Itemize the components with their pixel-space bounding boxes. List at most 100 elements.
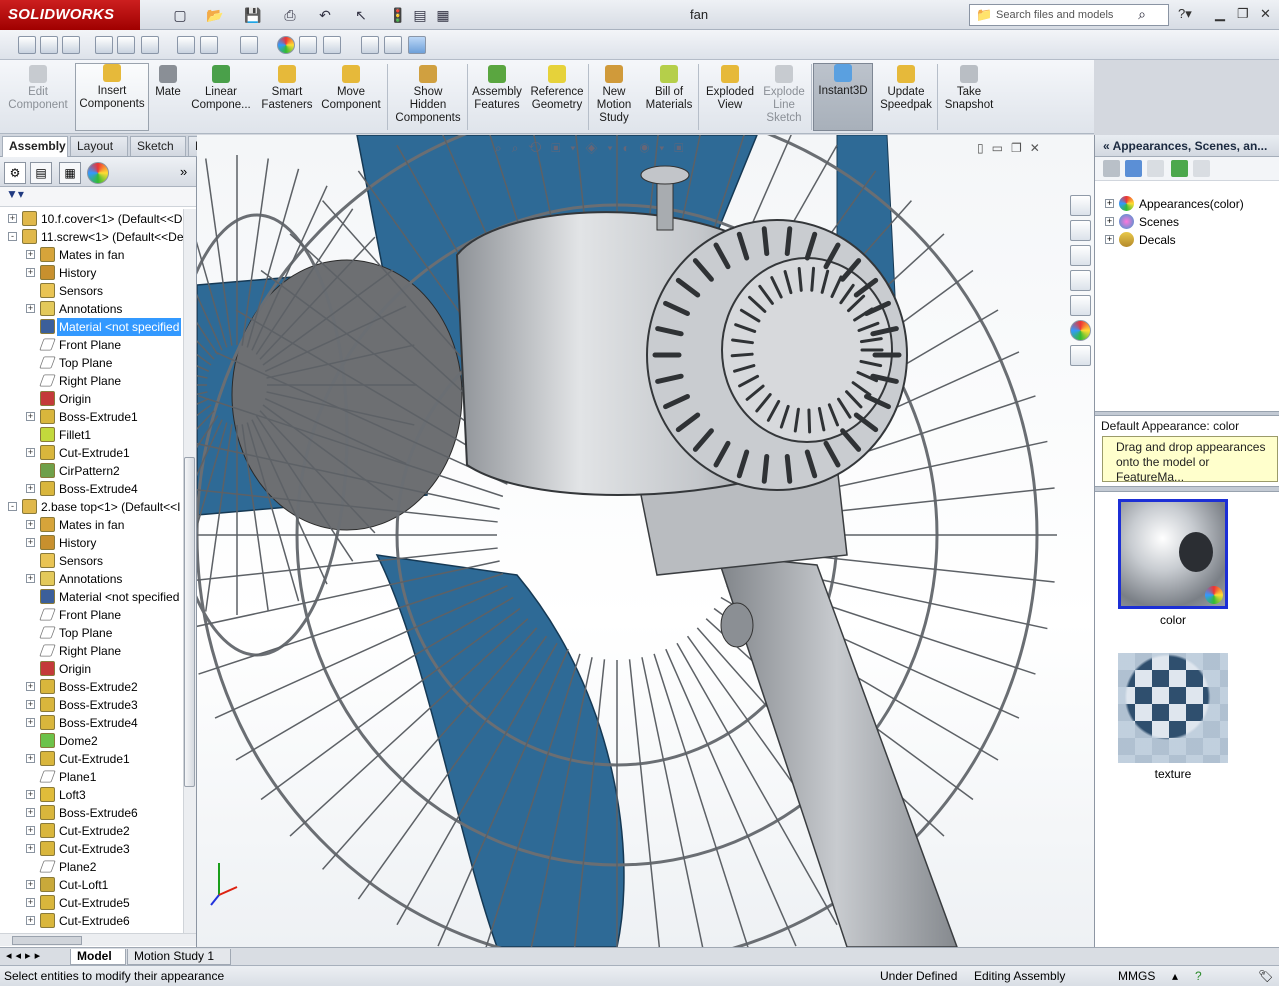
expand-icon[interactable]: + (26, 412, 35, 421)
expand-icon[interactable]: + (26, 790, 35, 799)
filter-icon[interactable]: ▼▾ (6, 187, 24, 201)
speedpak-button[interactable]: Update Speedpak (876, 65, 936, 133)
tree-item[interactable]: + Boss-Extrude4 (0, 714, 183, 732)
tree-item[interactable]: Right Plane (0, 372, 183, 390)
tree-item[interactable]: Plane2 (0, 858, 183, 876)
solidworks-logo[interactable]: SOLIDWORKS (0, 0, 140, 30)
previous-view-icon[interactable] (62, 36, 80, 54)
tab-assembly[interactable]: Assembly (2, 136, 68, 157)
linear-pattern-button[interactable]: Linear Compone... (189, 65, 253, 133)
realview-icon[interactable] (299, 36, 317, 54)
print-icon[interactable]: ⎙ (280, 5, 300, 25)
tree-item[interactable]: + Cut-Extrude6 (0, 912, 183, 930)
units-arrow-icon[interactable]: ▴ (1172, 966, 1178, 986)
tree-item[interactable]: Sensors (0, 552, 183, 570)
tree-item[interactable]: Plane1 (0, 768, 183, 786)
tree-item[interactable]: + Cut-Extrude1 (0, 750, 183, 768)
collapse-icon[interactable]: - (8, 232, 17, 241)
expand-icon[interactable]: + (26, 448, 35, 457)
help-icon[interactable]: ?▾ (1178, 6, 1192, 22)
view-front-icon[interactable] (361, 36, 379, 54)
view-cube-icon[interactable] (408, 36, 426, 54)
tree-item[interactable]: + Annotations (0, 300, 183, 318)
tab-layout[interactable]: Layout (70, 136, 128, 156)
folder-icon[interactable] (1147, 160, 1164, 177)
expand-icon[interactable]: + (8, 214, 17, 223)
pane-splitter[interactable] (1095, 411, 1279, 416)
section-view-icon[interactable] (95, 36, 113, 54)
viewport-window-controls[interactable]: ▯▭❐✕ (977, 141, 1048, 155)
tree-item[interactable]: + Boss-Extrude4 (0, 480, 183, 498)
minimize-icon[interactable]: ▁ (1215, 6, 1225, 22)
edit-component-button[interactable]: Edit Component (6, 65, 70, 133)
expand-icon[interactable]: + (1105, 235, 1114, 244)
file-properties-icon[interactable]: ▤ (410, 5, 430, 25)
smart-fasteners-button[interactable]: Smart Fasteners (258, 65, 316, 133)
back-icon[interactable] (1103, 160, 1120, 177)
tree-item[interactable]: Dome2 (0, 732, 183, 750)
scene-icon[interactable] (240, 36, 258, 54)
tree-item[interactable]: Origin (0, 390, 183, 408)
tree-item[interactable]: + Boss-Extrude2 (0, 678, 183, 696)
file-explorer-tab-icon[interactable] (1070, 270, 1091, 291)
new-document-icon[interactable]: ▢ (170, 5, 190, 25)
tree-item[interactable]: + Cut-Extrude1 (0, 444, 183, 462)
tree-item[interactable]: - 11.screw<1> (Default<<De (0, 228, 183, 246)
help-status-icon[interactable]: ? (1195, 966, 1202, 986)
tree-item[interactable]: Material <not specified (0, 588, 183, 606)
select-cursor-icon[interactable]: ↖ (351, 5, 371, 25)
filter-bar[interactable]: ▼▾ (0, 187, 196, 207)
configuration-manager-tab-icon[interactable]: ▦ (59, 162, 81, 184)
search-input[interactable]: 📁 Search files and models ⌕ (969, 4, 1169, 26)
hide-show-icon[interactable] (177, 36, 195, 54)
tree-item[interactable]: + Mates in fan (0, 246, 183, 264)
tree-item[interactable]: Sensors (0, 282, 183, 300)
appearances-tab-icon[interactable] (1070, 320, 1091, 341)
tag-icon[interactable]: 🏷 (1258, 966, 1273, 986)
custom-properties-tab-icon[interactable] (1070, 345, 1091, 366)
feature-tree-tab-icon[interactable]: ⚙ (4, 162, 26, 184)
options-icon[interactable]: ▦ (433, 5, 453, 25)
tree-item[interactable]: + History (0, 264, 183, 282)
expand-icon[interactable]: + (26, 844, 35, 853)
tree-item[interactable]: + Cut-Extrude2 (0, 822, 183, 840)
tree-item[interactable]: Right Plane (0, 642, 183, 660)
appearance-thumbnail-texture[interactable] (1118, 653, 1228, 763)
insert-components-button[interactable]: Insert Components (75, 63, 149, 131)
expand-icon[interactable]: + (26, 574, 35, 583)
tree-item[interactable]: + Annotations (0, 570, 183, 588)
expand-icon[interactable]: + (26, 484, 35, 493)
tree-item[interactable]: + Cut-Loft1 (0, 876, 183, 894)
explode-line-button[interactable]: Explode Line Sketch (760, 65, 808, 133)
expand-icon[interactable]: + (26, 898, 35, 907)
expand-icon[interactable]: + (26, 808, 35, 817)
expand-icon[interactable]: + (26, 700, 35, 709)
scrollbar-thumb[interactable] (184, 457, 195, 787)
tree-item[interactable]: + Cut-Extrude5 (0, 894, 183, 912)
move-component-button[interactable]: Move Component (318, 65, 384, 133)
bottom-tab-model[interactable]: Model (70, 949, 126, 965)
add-folder-icon[interactable] (1125, 160, 1142, 177)
expand-icon[interactable]: + (26, 268, 35, 277)
reference-geometry-button[interactable]: Reference Geometry (528, 65, 586, 133)
tree-item[interactable]: + History (0, 534, 183, 552)
tree-item[interactable]: + Boss-Extrude6 (0, 804, 183, 822)
tab-scroll-arrows[interactable]: ◂◂▸▸ (6, 949, 44, 962)
show-hidden-button[interactable]: Show Hidden Components (391, 65, 465, 133)
expand-icon[interactable]: + (26, 880, 35, 889)
home-tab-icon[interactable] (1070, 220, 1091, 241)
zoom-fit-icon[interactable] (18, 36, 36, 54)
motion-study-button[interactable]: New Motion Study (593, 65, 635, 133)
display-style-icon[interactable] (141, 36, 159, 54)
tab-sketch[interactable]: Sketch (130, 136, 186, 156)
bottom-tab-motion-study-1[interactable]: Motion Study 1 (127, 949, 231, 965)
instant3d-button[interactable]: Instant3D (813, 63, 873, 131)
tree-item[interactable]: Top Plane (0, 624, 183, 642)
tree-item[interactable]: Front Plane (0, 336, 183, 354)
expand-icon[interactable]: + (1105, 217, 1114, 226)
expand-panel-icon[interactable]: » (180, 164, 187, 179)
edit-appearance-icon[interactable] (200, 36, 218, 54)
expand-icon[interactable]: + (26, 718, 35, 727)
graphics-viewport[interactable]: ⌕⌕⟲▣▾◈▾◐◉▾▣ ▯▭❐✕ (197, 135, 1094, 947)
bom-button[interactable]: Bill of Materials (643, 65, 695, 133)
